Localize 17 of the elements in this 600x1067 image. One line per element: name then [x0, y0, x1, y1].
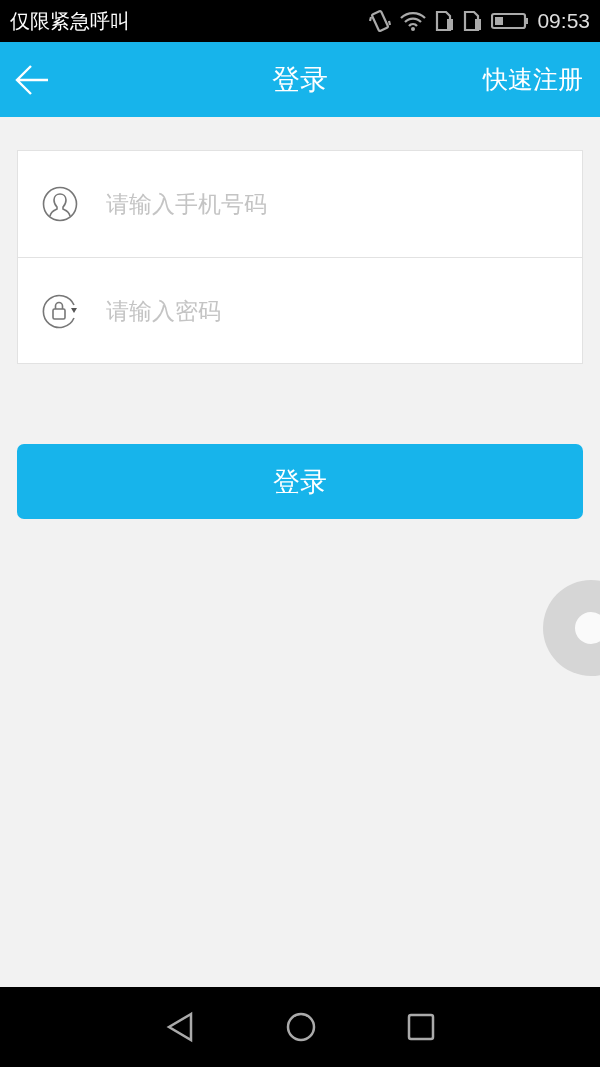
clock-time: 09:53 [537, 9, 590, 33]
page-title: 登录 [272, 61, 328, 98]
status-text: 仅限紧急呼叫 [10, 7, 130, 35]
battery-icon [491, 11, 530, 31]
input-field[interactable]: 请输入手机号码 [104, 179, 582, 229]
input-field[interactable]: 请输入密码 [104, 285, 582, 336]
vibrate-icon [369, 9, 392, 33]
lock-icon [42, 292, 78, 329]
wifi-icon [399, 10, 428, 32]
sim-card-icon [463, 10, 484, 32]
login-button[interactable]: 登录 [17, 444, 583, 519]
person-icon [42, 186, 78, 222]
sim-card-icon [435, 10, 456, 32]
recents-nav-icon[interactable] [407, 1013, 435, 1041]
back-nav-icon[interactable] [165, 1011, 195, 1043]
register-link[interactable]: 快速注册 [483, 63, 583, 96]
home-nav-icon[interactable] [285, 1011, 317, 1043]
